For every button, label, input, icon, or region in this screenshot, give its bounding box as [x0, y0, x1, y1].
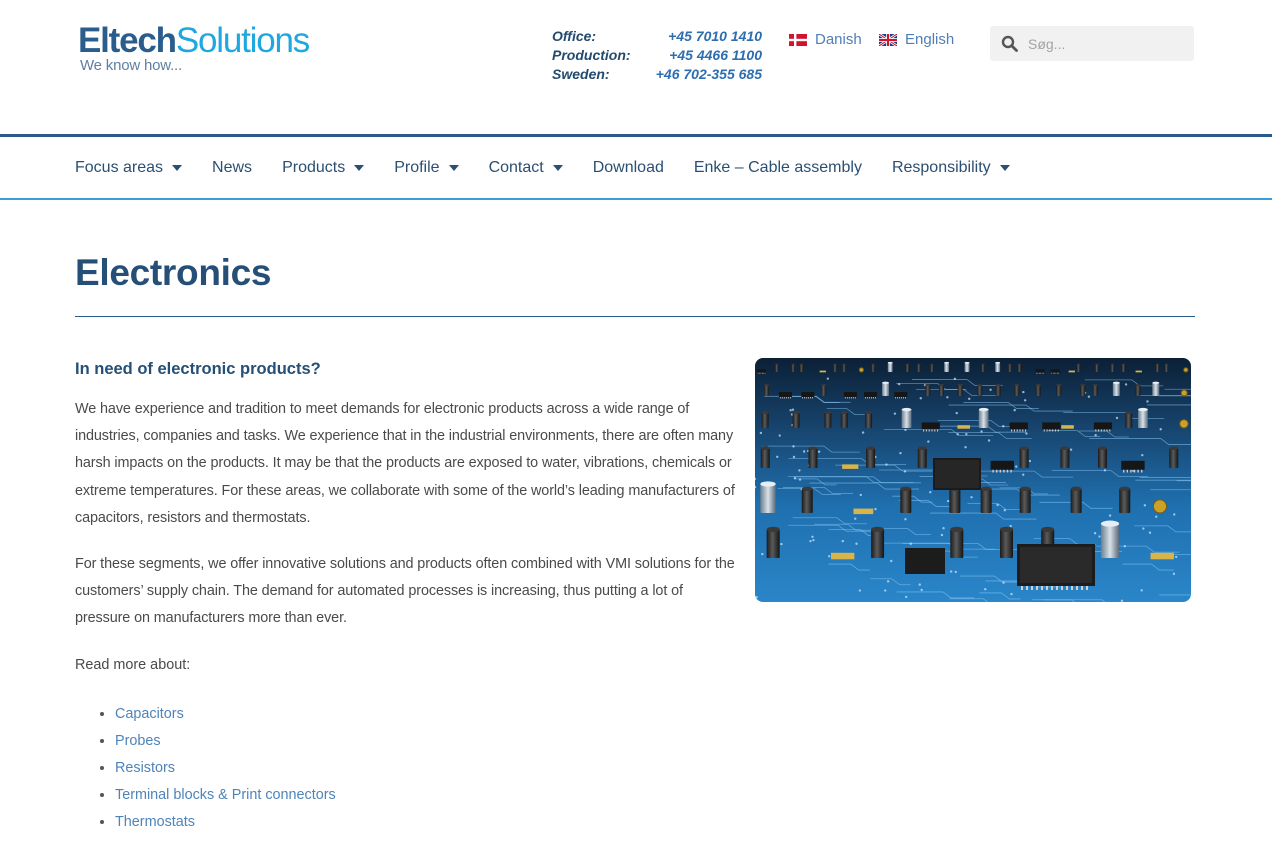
contact-label: Sweden:: [552, 66, 610, 82]
nav-label: News: [212, 158, 253, 176]
nav-item-responsibility[interactable]: Responsibility: [892, 159, 1010, 177]
section-heading: In need of electronic products?: [75, 360, 321, 378]
search-icon[interactable]: [1001, 35, 1018, 52]
caret-down-icon: [354, 165, 365, 171]
nav-item-news[interactable]: News: [212, 159, 252, 177]
list-item: Capacitors: [115, 701, 740, 728]
contact-sweden: Sweden: +46 702-355 685: [552, 65, 764, 84]
paragraph: For these segments, we offer innovative …: [75, 556, 735, 627]
uk-flag-icon: [879, 33, 897, 46]
contact-office: Office: +45 7010 1410: [552, 27, 764, 46]
contact-label: Production:: [552, 47, 631, 63]
link-thermostats[interactable]: Thermostats: [115, 814, 195, 830]
search-box: [990, 26, 1194, 61]
nav-label: Focus areas: [75, 158, 164, 176]
paragraph: We have experience and tradition to meet…: [75, 401, 735, 526]
nav-label: Responsibility: [891, 158, 991, 176]
search-input[interactable]: [1028, 26, 1188, 61]
language-english[interactable]: English: [879, 31, 954, 48]
main-navigation: Focus areas News Products Profile Contac…: [0, 134, 1272, 200]
contact-label: Office:: [552, 28, 597, 44]
list-item: Terminal blocks & Print connectors: [115, 782, 740, 809]
read-more-list: Capacitors Probes Resistors Terminal blo…: [75, 701, 740, 836]
caret-down-icon: [999, 165, 1010, 171]
nav-item-download[interactable]: Download: [593, 159, 664, 177]
logo-tagline: We know how...: [80, 57, 182, 74]
link-capacitors[interactable]: Capacitors: [115, 706, 184, 722]
logo-wordmark: EltechSolutions: [78, 21, 310, 60]
nav-item-cable-assembly[interactable]: Enke – Cable assembly: [694, 159, 862, 177]
phone-link[interactable]: +45 7010 1410: [668, 27, 762, 46]
nav-label: Products: [282, 158, 346, 176]
language-label: English: [905, 31, 955, 48]
list-item: Thermostats: [115, 809, 740, 836]
link-resistors[interactable]: Resistors: [115, 760, 175, 776]
nav-item-contact[interactable]: Contact: [489, 159, 563, 177]
content-text-column: In need of electronic products? We have …: [75, 356, 740, 836]
nav-item-focus-areas[interactable]: Focus areas: [75, 158, 183, 177]
nav-item-profile[interactable]: Profile: [394, 158, 459, 177]
phone-link[interactable]: +46 702-355 685: [656, 65, 762, 84]
nav-item-products[interactable]: Products: [282, 158, 365, 177]
language-label: Danish: [815, 31, 862, 48]
nav-label: Download: [592, 158, 664, 176]
nav-label: Contact: [488, 158, 544, 176]
caret-down-icon: [552, 165, 563, 171]
language-danish[interactable]: Danish: [789, 31, 862, 48]
denmark-flag-icon: [789, 33, 807, 46]
contact-numbers: Office: +45 7010 1410 Production: +45 44…: [552, 27, 764, 84]
list-item: Resistors: [115, 755, 740, 782]
caret-down-icon: [448, 165, 459, 171]
site-logo[interactable]: EltechSolutions We know how...: [78, 20, 328, 80]
page-title: Electronics: [75, 252, 272, 293]
link-terminal-blocks[interactable]: Terminal blocks & Print connectors: [115, 787, 336, 803]
link-probes[interactable]: Probes: [115, 733, 161, 749]
read-more-label: Read more about:: [75, 656, 191, 673]
title-divider: [75, 316, 1195, 317]
circuit-board-image: [755, 358, 1191, 602]
phone-link[interactable]: +45 4466 1100: [669, 46, 762, 65]
caret-down-icon: [172, 165, 183, 171]
contact-production: Production: +45 4466 1100: [552, 46, 764, 65]
circuit-board-illustration: [755, 358, 1191, 602]
list-item: Probes: [115, 728, 740, 755]
nav-label: Profile: [394, 158, 440, 176]
nav-label: Enke – Cable assembly: [693, 158, 862, 176]
